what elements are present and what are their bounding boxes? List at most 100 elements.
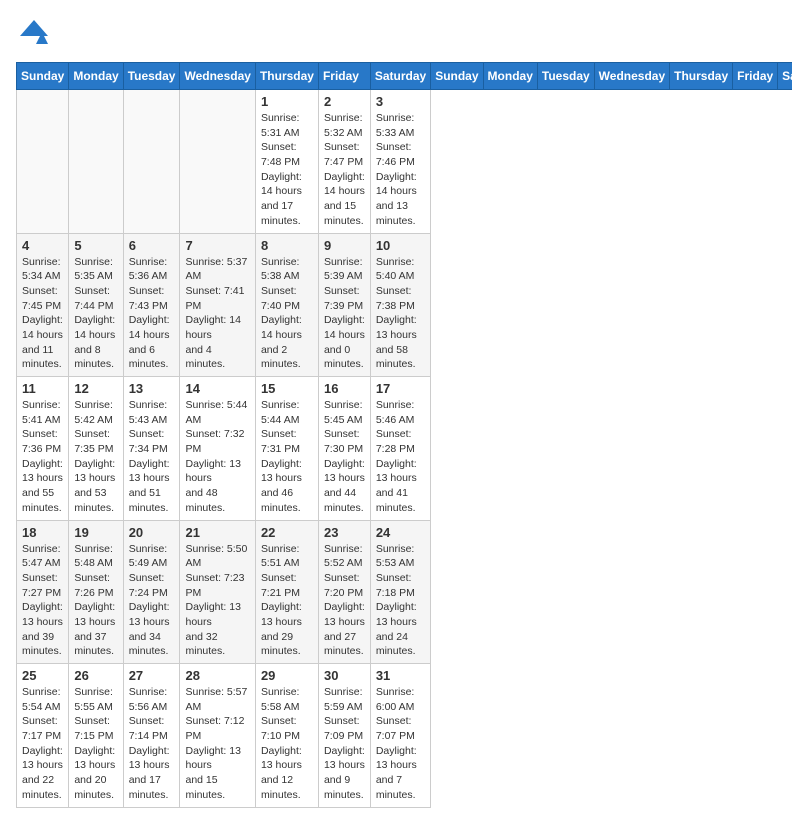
calendar-table: SundayMondayTuesdayWednesdayThursdayFrid… [16,62,792,808]
calendar-cell: 15 Sunrise: 5:44 AM Sunset: 7:31 PM Dayli… [255,377,318,521]
day-number: 28 [185,668,249,683]
calendar-cell: 30 Sunrise: 5:59 AM Sunset: 7:09 PM Dayli… [318,664,370,808]
calendar-cell [180,90,255,234]
col-header-sunday: Sunday [431,63,483,90]
day-number: 16 [324,381,365,396]
calendar-cell: 16 Sunrise: 5:45 AM Sunset: 7:30 PM Dayli… [318,377,370,521]
col-header-thursday: Thursday [670,63,733,90]
col-header-saturday: Saturday [370,63,430,90]
day-number: 25 [22,668,63,683]
day-info: Sunrise: 5:41 AM Sunset: 7:36 PM Dayligh… [22,398,63,516]
day-info: Sunrise: 5:44 AM Sunset: 7:32 PM Dayligh… [185,398,249,516]
day-info: Sunrise: 5:51 AM Sunset: 7:21 PM Dayligh… [261,542,313,660]
day-info: Sunrise: 5:40 AM Sunset: 7:38 PM Dayligh… [376,255,425,373]
day-number: 24 [376,525,425,540]
calendar-cell: 28 Sunrise: 5:57 AM Sunset: 7:12 PM Dayli… [180,664,255,808]
day-info: Sunrise: 5:45 AM Sunset: 7:30 PM Dayligh… [324,398,365,516]
day-info: Sunrise: 5:50 AM Sunset: 7:23 PM Dayligh… [185,542,249,660]
calendar-cell [17,90,69,234]
day-number: 21 [185,525,249,540]
day-info: Sunrise: 5:33 AM Sunset: 7:46 PM Dayligh… [376,111,425,229]
day-info: Sunrise: 5:47 AM Sunset: 7:27 PM Dayligh… [22,542,63,660]
col-header-monday: Monday [69,63,123,90]
col-header-wednesday: Wednesday [594,63,669,90]
day-number: 8 [261,238,313,253]
logo [16,16,56,52]
calendar-cell: 19Sunrise: 5:48 AM Sunset: 7:26 PM Dayli… [69,520,123,664]
day-number: 17 [376,381,425,396]
day-info: Sunrise: 5:43 AM Sunset: 7:34 PM Dayligh… [129,398,175,516]
day-number: 19 [74,525,117,540]
day-number: 6 [129,238,175,253]
calendar-week-row: 18 Sunrise: 5:47 AM Sunset: 7:27 PM Dayli… [17,520,792,664]
day-number: 27 [129,668,175,683]
calendar-cell: 26Sunrise: 5:55 AM Sunset: 7:15 PM Dayli… [69,664,123,808]
day-info: Sunrise: 5:39 AM Sunset: 7:39 PM Dayligh… [324,255,365,373]
day-info: Sunrise: 5:58 AM Sunset: 7:10 PM Dayligh… [261,685,313,803]
day-number: 15 [261,381,313,396]
calendar-cell: 12Sunrise: 5:42 AM Sunset: 7:35 PM Dayli… [69,377,123,521]
calendar-cell [123,90,180,234]
day-info: Sunrise: 5:46 AM Sunset: 7:28 PM Dayligh… [376,398,425,516]
calendar-cell: 8 Sunrise: 5:38 AM Sunset: 7:40 PM Daylig… [255,233,318,377]
calendar-cell: 23Sunrise: 5:52 AM Sunset: 7:20 PM Dayli… [318,520,370,664]
calendar-cell: 21 Sunrise: 5:50 AM Sunset: 7:23 PM Dayli… [180,520,255,664]
day-info: Sunrise: 5:42 AM Sunset: 7:35 PM Dayligh… [74,398,117,516]
day-number: 30 [324,668,365,683]
calendar-cell: 10 Sunrise: 5:40 AM Sunset: 7:38 PM Dayli… [370,233,430,377]
calendar-cell: 2 Sunrise: 5:32 AM Sunset: 7:47 PM Daylig… [318,90,370,234]
day-number: 18 [22,525,63,540]
day-info: Sunrise: 5:35 AM Sunset: 7:44 PM Dayligh… [74,255,117,373]
day-info: Sunrise: 5:36 AM Sunset: 7:43 PM Dayligh… [129,255,175,373]
day-info: Sunrise: 5:49 AM Sunset: 7:24 PM Dayligh… [129,542,175,660]
calendar-cell: 6 Sunrise: 5:36 AM Sunset: 7:43 PM Daylig… [123,233,180,377]
day-number: 22 [261,525,313,540]
day-info: Sunrise: 5:32 AM Sunset: 7:47 PM Dayligh… [324,111,365,229]
calendar-week-row: 4 Sunrise: 5:34 AM Sunset: 7:45 PM Daylig… [17,233,792,377]
col-header-monday: Monday [483,63,537,90]
col-header-thursday: Thursday [255,63,318,90]
calendar-cell: 18 Sunrise: 5:47 AM Sunset: 7:27 PM Dayli… [17,520,69,664]
calendar-cell: 4 Sunrise: 5:34 AM Sunset: 7:45 PM Daylig… [17,233,69,377]
day-info: Sunrise: 5:34 AM Sunset: 7:45 PM Dayligh… [22,255,63,373]
day-info: Sunrise: 5:38 AM Sunset: 7:40 PM Dayligh… [261,255,313,373]
day-info: Sunrise: 5:31 AM Sunset: 7:48 PM Dayligh… [261,111,313,229]
calendar-cell: 25Sunrise: 5:54 AM Sunset: 7:17 PM Dayli… [17,664,69,808]
day-info: Sunrise: 5:44 AM Sunset: 7:31 PM Dayligh… [261,398,313,516]
day-number: 14 [185,381,249,396]
day-number: 2 [324,94,365,109]
col-header-tuesday: Tuesday [537,63,594,90]
col-header-saturday: Saturday [778,63,792,90]
calendar-cell: 13Sunrise: 5:43 AM Sunset: 7:34 PM Dayli… [123,377,180,521]
day-info: Sunrise: 5:56 AM Sunset: 7:14 PM Dayligh… [129,685,175,803]
day-number: 7 [185,238,249,253]
calendar-cell: 22 Sunrise: 5:51 AM Sunset: 7:21 PM Dayli… [255,520,318,664]
day-info: Sunrise: 5:57 AM Sunset: 7:12 PM Dayligh… [185,685,249,803]
calendar-cell: 9 Sunrise: 5:39 AM Sunset: 7:39 PM Daylig… [318,233,370,377]
day-number: 31 [376,668,425,683]
calendar-header-row: SundayMondayTuesdayWednesdayThursdayFrid… [17,63,792,90]
day-number: 10 [376,238,425,253]
calendar-cell: 7Sunrise: 5:37 AM Sunset: 7:41 PM Daylig… [180,233,255,377]
day-info: Sunrise: 5:59 AM Sunset: 7:09 PM Dayligh… [324,685,365,803]
day-info: Sunrise: 5:55 AM Sunset: 7:15 PM Dayligh… [74,685,117,803]
day-info: Sunrise: 6:00 AM Sunset: 7:07 PM Dayligh… [376,685,425,803]
day-number: 4 [22,238,63,253]
calendar-week-row: 1 Sunrise: 5:31 AM Sunset: 7:48 PM Daylig… [17,90,792,234]
col-header-friday: Friday [733,63,778,90]
calendar-cell: 14 Sunrise: 5:44 AM Sunset: 7:32 PM Dayli… [180,377,255,521]
calendar-cell: 27 Sunrise: 5:56 AM Sunset: 7:14 PM Dayli… [123,664,180,808]
day-number: 9 [324,238,365,253]
calendar-cell: 3 Sunrise: 5:33 AM Sunset: 7:46 PM Daylig… [370,90,430,234]
day-number: 1 [261,94,313,109]
col-header-wednesday: Wednesday [180,63,255,90]
day-number: 11 [22,381,63,396]
calendar-cell [69,90,123,234]
logo-icon [16,16,52,52]
day-number: 3 [376,94,425,109]
day-info: Sunrise: 5:53 AM Sunset: 7:18 PM Dayligh… [376,542,425,660]
calendar-cell: 31 Sunrise: 6:00 AM Sunset: 7:07 PM Dayli… [370,664,430,808]
calendar-cell: 1 Sunrise: 5:31 AM Sunset: 7:48 PM Daylig… [255,90,318,234]
day-number: 29 [261,668,313,683]
calendar-week-row: 25Sunrise: 5:54 AM Sunset: 7:17 PM Dayli… [17,664,792,808]
